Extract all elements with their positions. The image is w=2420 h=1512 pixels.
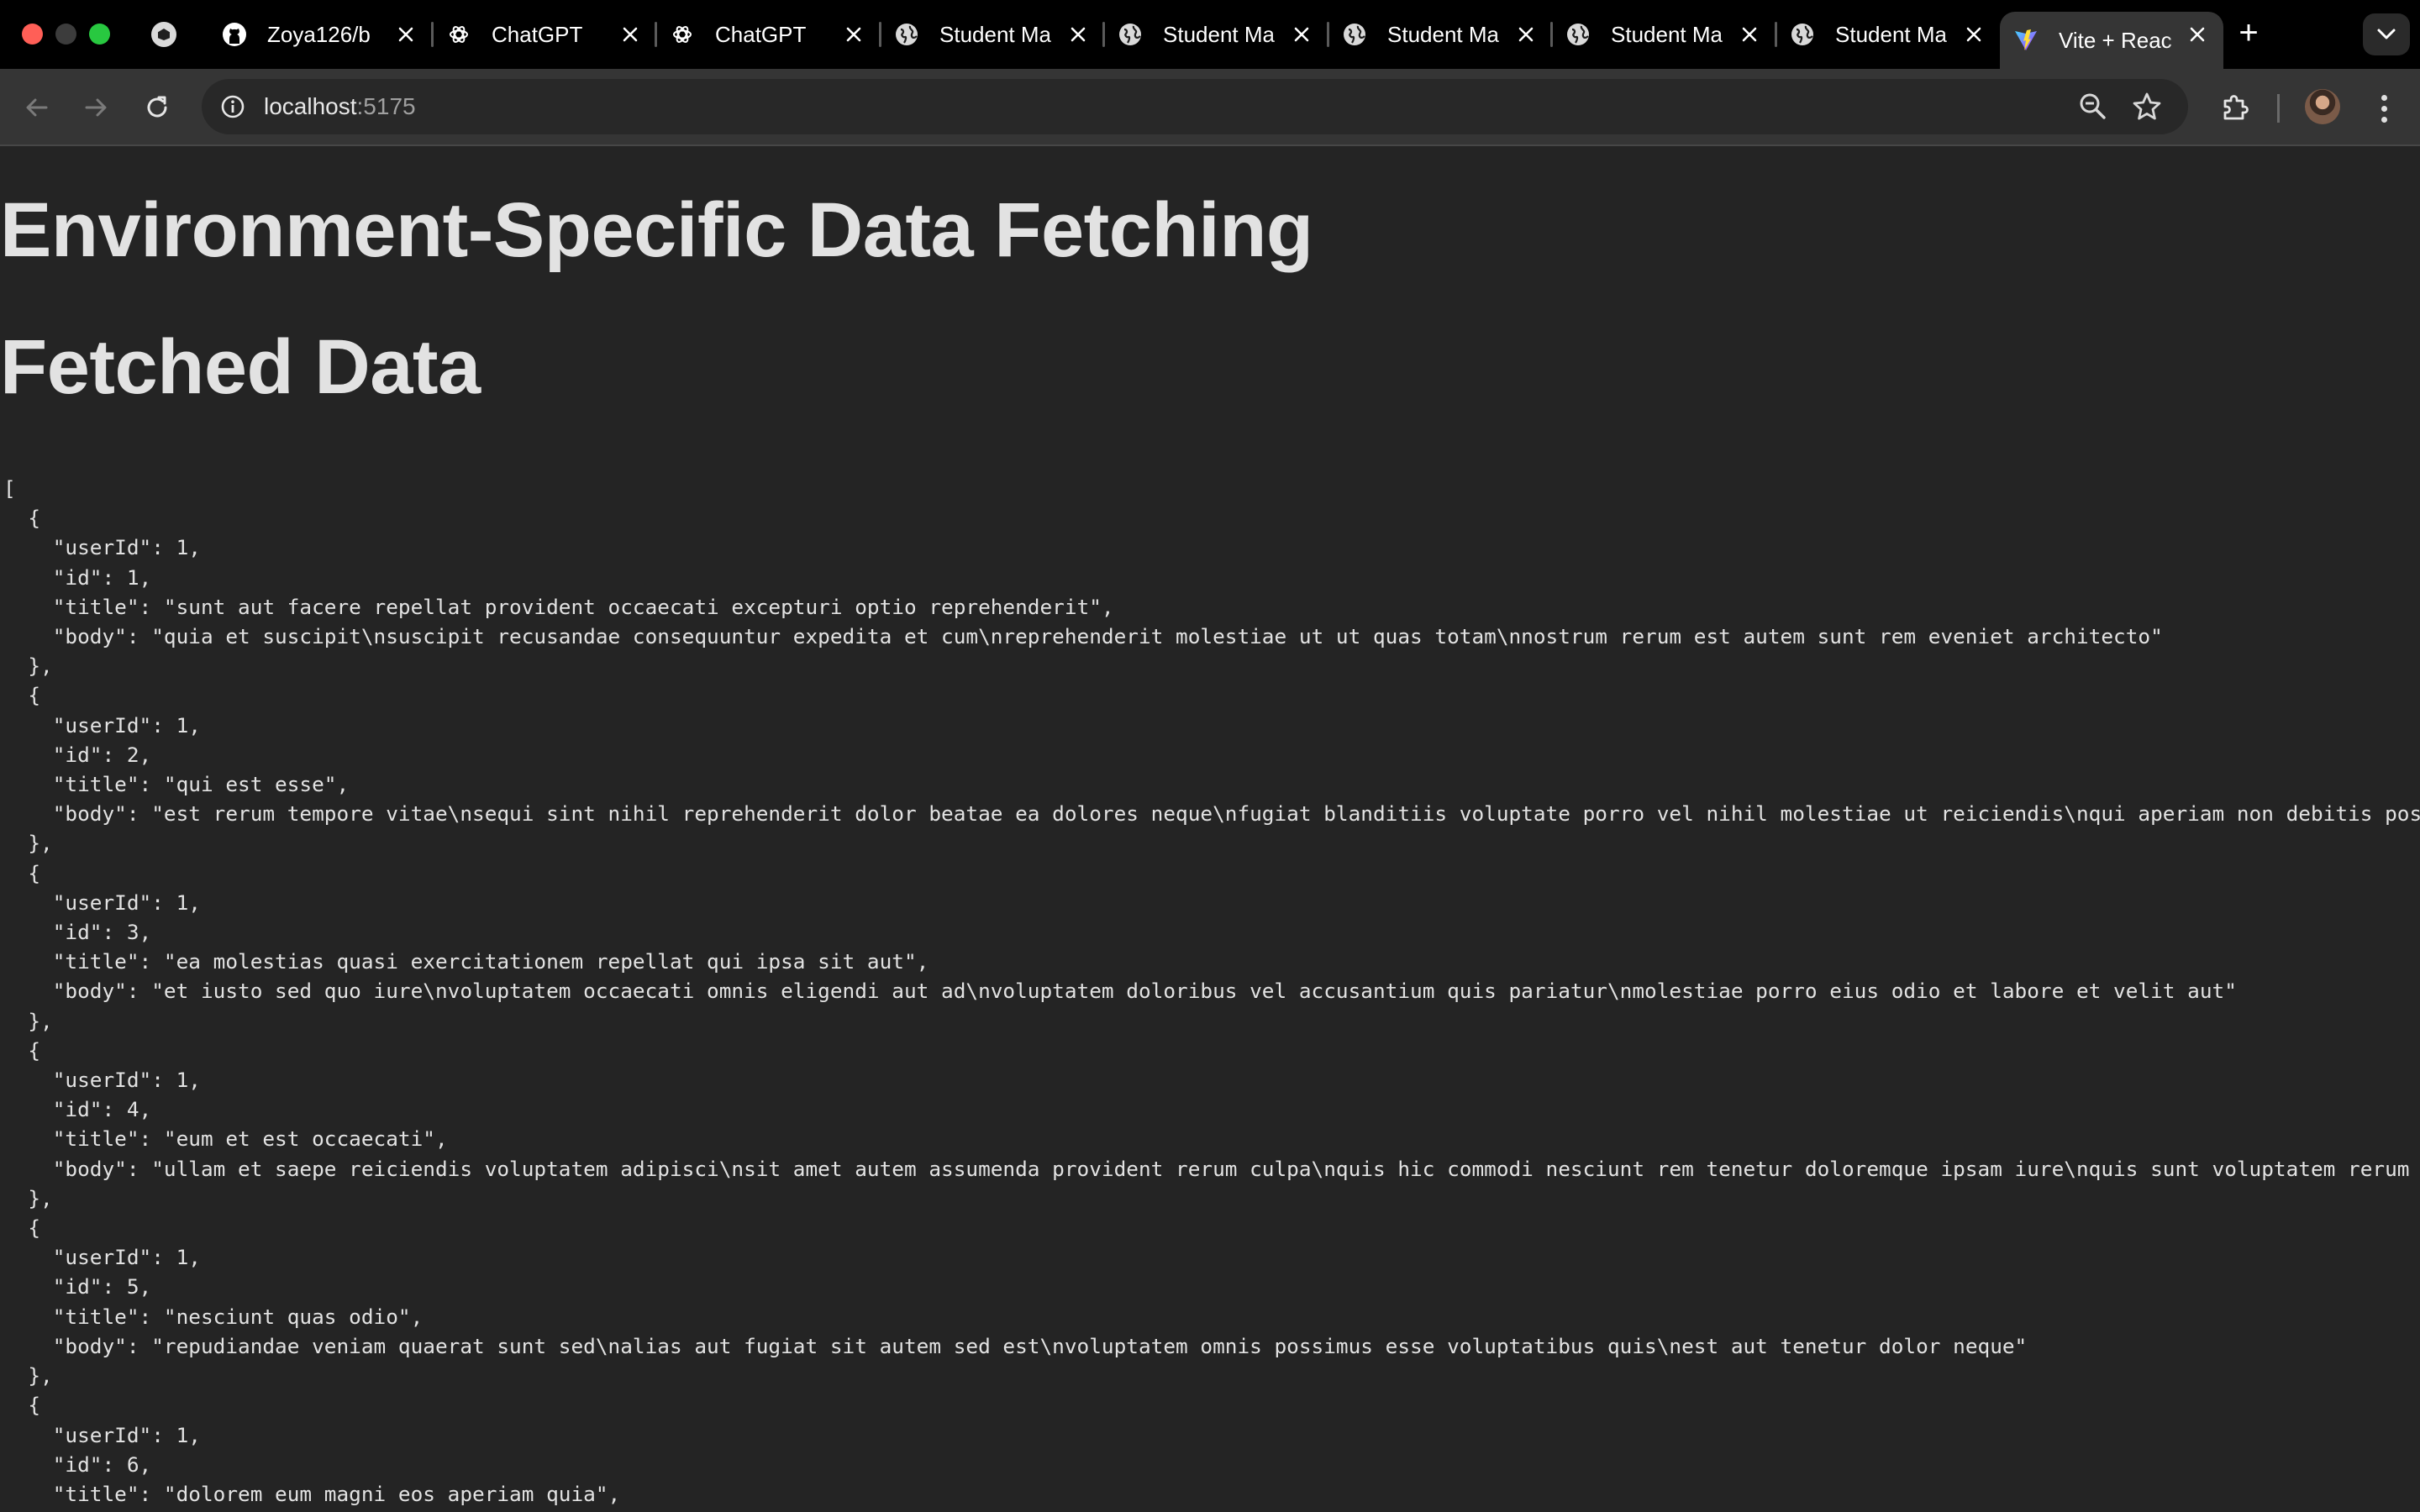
tab-label: Student Ma [1163,21,1275,47]
tab-label: Student Ma [939,21,1051,47]
tab-label: ChatGPT [492,21,583,47]
tab-close-icon[interactable] [1512,20,1540,49]
browser-toolbar: localhost:5175 [0,69,2420,146]
reload-icon [147,96,167,118]
fetched-data-heading: Fetched Data [0,324,481,410]
tab-close-icon[interactable] [392,20,420,49]
zoom-icon[interactable] [2077,91,2109,123]
tab-search-button[interactable] [2363,13,2410,55]
chatgpt-icon [446,22,471,47]
pinned-tab[interactable] [151,22,176,47]
url-port: :5175 [356,93,416,119]
tab-close-icon[interactable] [1960,20,1988,49]
globe-icon [1342,22,1367,47]
tab-8[interactable]: Vite + Reac [2000,12,2223,69]
tab-separator [655,22,657,47]
tab-separator [431,22,434,47]
tab-close-icon[interactable] [839,20,868,49]
globe-icon [1565,22,1591,47]
minimize-window-button[interactable] [55,24,76,45]
page-viewport: Environment-Specific Data Fetching Fetch… [0,148,2420,1512]
tab-strip: Zoya126/b ChatGPT ChatGPT Student Ma Student… [0,0,2420,69]
vite-icon [2013,28,2039,53]
forward-button[interactable] [76,87,116,128]
tab-2[interactable]: ChatGPT [655,12,880,57]
tab-label: ChatGPT [715,21,807,47]
globe-icon [1118,22,1143,47]
github-icon [222,22,247,47]
tab-6[interactable]: Student Ma [1550,12,1776,57]
tab-label: Student Ma [1835,21,1947,47]
tab-close-icon[interactable] [2183,20,2212,49]
fetched-data-json: [ { "userId": 1, "id": 1, "title": "sunt… [3,476,2420,1506]
menu-dot [2381,105,2387,112]
reload-button[interactable] [137,87,177,128]
extensions-button[interactable] [2215,87,2255,128]
tab-5[interactable]: Student Ma [1327,12,1552,57]
tab-separator [1550,22,1553,47]
forward-arrow-icon [85,98,107,117]
tab-4[interactable]: Student Ma [1102,12,1328,57]
page-title: Environment-Specific Data Fetching [0,187,1313,273]
chevron-down-icon [2377,29,2396,39]
new-tab-button[interactable]: + [2232,16,2265,50]
browser-menu-button[interactable] [2366,89,2402,128]
site-info-icon[interactable] [218,92,247,121]
address-bar[interactable]: localhost:5175 [202,79,2188,134]
url-text[interactable]: localhost:5175 [264,92,416,121]
tab-label: Student Ma [1611,21,1723,47]
tab-7[interactable]: Student Ma [1775,12,2000,57]
tab-separator [1327,22,1329,47]
back-button[interactable] [17,87,57,128]
tab-close-icon[interactable] [1735,20,1764,49]
menu-dot [2381,94,2387,101]
tab-separator [879,22,881,47]
tab-separator [1775,22,1777,47]
globe-icon [1790,22,1815,47]
tab-label: Vite + Reac [2059,27,2172,53]
globe-icon [894,22,919,47]
tab-close-icon[interactable] [1287,20,1316,49]
tab-3[interactable]: Student Ma [879,12,1104,57]
tab-label: Zoya126/b [267,21,371,47]
tab-label: Student Ma [1387,21,1499,47]
bookmark-star-icon[interactable] [2131,91,2163,123]
back-arrow-icon [26,98,48,117]
profile-avatar[interactable] [2305,89,2340,124]
chatgpt-icon [670,22,695,47]
puzzle-piece-icon [2223,95,2249,120]
tab-close-icon[interactable] [616,20,644,49]
menu-dot [2381,116,2387,123]
tab-separator [1102,22,1105,47]
maximize-window-button[interactable] [89,24,110,45]
tab-close-icon[interactable] [1064,20,1092,49]
toolbar-divider [2277,94,2280,123]
url-host: localhost [264,93,357,119]
close-window-button[interactable] [22,24,43,45]
tab-1[interactable]: ChatGPT [431,12,656,57]
tab-0[interactable]: Zoya126/b [208,12,432,57]
